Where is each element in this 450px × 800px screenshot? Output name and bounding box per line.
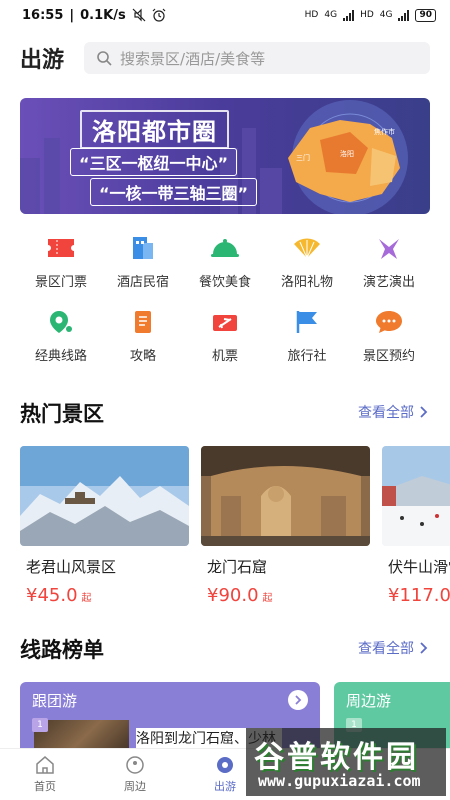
category-grid: 景区门票 酒店民宿 餐饮美食 洛阳礼物 演艺演出 经典线路 攻略 机票 旅行社 … xyxy=(20,234,430,364)
category-label: 餐饮美食 xyxy=(198,275,251,290)
spot-photo xyxy=(201,446,370,546)
hot-spots-list: 老君山风景区 ¥45.0 起 龙门石窟 ¥90.0 起 伏牛山滑 ¥117.0 xyxy=(20,446,450,606)
search-icon xyxy=(97,51,112,66)
spot-card-longmen[interactable]: 龙门石窟 ¥90.0 起 xyxy=(201,446,370,606)
dish-icon xyxy=(209,234,241,262)
category-label: 旅行社 xyxy=(287,349,327,364)
category-label: 景区预约 xyxy=(362,349,415,364)
route-tab-label: 周边游 xyxy=(346,692,392,710)
spot-price-amount: ¥117.0 xyxy=(388,585,450,606)
spot-name: 伏牛山滑雪 xyxy=(388,558,450,576)
tab-label: 出游 xyxy=(214,780,236,793)
spot-price-amount: ¥90.0 xyxy=(207,585,259,606)
spot-photo xyxy=(382,446,450,546)
signal-icon xyxy=(343,9,355,21)
spot-card-laojunshan[interactable]: 老君山风景区 ¥45.0 起 xyxy=(20,446,189,606)
flag-icon xyxy=(291,308,323,336)
alarm-icon xyxy=(152,8,166,22)
chevron-right-icon xyxy=(420,642,428,654)
more-label: 查看全部 xyxy=(358,641,414,657)
spot-price-suffix: 起 xyxy=(81,593,92,604)
fan-icon xyxy=(291,234,323,262)
category-label: 酒店民宿 xyxy=(116,275,169,290)
route-tab-label: 跟团游 xyxy=(32,692,78,710)
hd-badge-2: HD xyxy=(360,10,374,20)
travel-icon xyxy=(217,757,233,773)
arrow-right-icon[interactable] xyxy=(288,690,308,710)
category-tickets[interactable]: 景区门票 xyxy=(20,234,102,290)
status-bar: 16:55 | 0.1K/s HD 4G HD 4G 90 xyxy=(0,0,450,30)
hotel-icon xyxy=(127,234,159,262)
spot-price-amount: ¥45.0 xyxy=(26,585,78,606)
banner-title: 洛阳都市圈 xyxy=(80,110,229,149)
category-hotels[interactable]: 酒店民宿 xyxy=(102,234,184,290)
spot-price: ¥45.0 起 xyxy=(20,585,189,606)
svg-text:三门: 三门 xyxy=(296,153,310,162)
guide-book-icon xyxy=(127,308,159,336)
chat-bubble-icon xyxy=(373,308,405,336)
chevron-right-icon xyxy=(420,406,428,418)
rank-badge: 1 xyxy=(32,718,48,732)
category-label: 攻略 xyxy=(129,349,156,364)
search-placeholder: 搜索景区/酒店/美食等 xyxy=(120,49,266,68)
site-watermark: 谷普软件园 www.gupuxiazai.com xyxy=(246,728,446,796)
status-separator: | xyxy=(69,7,75,23)
routes-more-link[interactable]: 查看全部 xyxy=(358,638,428,658)
plane-ticket-icon xyxy=(209,308,241,336)
category-label: 演艺演出 xyxy=(362,275,415,290)
performance-icon xyxy=(373,234,405,262)
category-label: 机票 xyxy=(211,349,238,364)
spot-price: ¥90.0 起 xyxy=(201,585,370,606)
signal-icon-2 xyxy=(398,9,410,21)
category-gifts[interactable]: 洛阳礼物 xyxy=(266,234,348,290)
hd-badge-1: HD xyxy=(304,10,319,20)
watermark-url: www.gupuxiazai.com xyxy=(258,772,421,790)
banner-slogan-2: “一核一带三轴三圈” xyxy=(90,178,258,206)
spot-price: ¥117.0起 xyxy=(382,585,450,606)
header: 出游 搜索景区/酒店/美食等 xyxy=(0,38,450,78)
watermark-title: 谷普软件园 xyxy=(254,740,419,775)
hot-spots-title: 热门景区 xyxy=(20,402,104,426)
promo-banner[interactable]: 洛阳 焦作市三门 洛阳都市圈 “三区一枢纽一中心” “一核一带三轴三圈” xyxy=(20,98,430,214)
tab-label: 周边 xyxy=(124,780,146,793)
category-routes[interactable]: 经典线路 xyxy=(20,308,102,364)
svg-text:焦作市: 焦作市 xyxy=(374,127,395,136)
page-title: 出游 xyxy=(20,48,65,73)
category-reservation[interactable]: 景区预约 xyxy=(348,308,430,364)
category-food[interactable]: 餐饮美食 xyxy=(184,234,266,290)
status-time: 16:55 xyxy=(22,7,64,23)
no-sound-icon xyxy=(132,8,146,22)
network-label-2: 4G xyxy=(379,10,393,20)
category-flights[interactable]: 机票 xyxy=(184,308,266,364)
spot-photo xyxy=(20,446,189,546)
home-icon xyxy=(36,756,54,774)
category-guides[interactable]: 攻略 xyxy=(102,308,184,364)
tab-nearby[interactable]: 周边 xyxy=(90,749,180,800)
category-label: 经典线路 xyxy=(34,349,87,364)
routes-title: 线路榜单 xyxy=(20,638,104,662)
category-label: 景区门票 xyxy=(34,275,87,290)
more-label: 查看全部 xyxy=(358,405,414,421)
battery-icon: 90 xyxy=(415,8,436,22)
svg-text:洛阳: 洛阳 xyxy=(340,149,354,158)
ticket-icon xyxy=(45,234,77,262)
category-label: 洛阳礼物 xyxy=(280,275,333,290)
status-net-speed: 0.1K/s xyxy=(80,7,126,23)
nearby-pin-icon xyxy=(126,756,144,774)
search-input[interactable]: 搜索景区/酒店/美食等 xyxy=(84,42,430,74)
tab-home[interactable]: 首页 xyxy=(0,749,90,800)
spot-name: 龙门石窟 xyxy=(207,558,268,576)
route-pin-icon xyxy=(45,308,77,336)
spot-name: 老君山风景区 xyxy=(26,558,117,576)
category-agencies[interactable]: 旅行社 xyxy=(266,308,348,364)
spot-card-funiushan[interactable]: 伏牛山滑雪 ¥117.0起 xyxy=(382,446,450,606)
network-label-1: 4G xyxy=(324,10,338,20)
tab-label: 首页 xyxy=(34,780,56,793)
spot-price-suffix: 起 xyxy=(262,593,273,604)
banner-slogan-1: “三区一枢纽一中心” xyxy=(70,148,238,176)
category-shows[interactable]: 演艺演出 xyxy=(348,234,430,290)
hot-spots-more-link[interactable]: 查看全部 xyxy=(358,402,428,422)
